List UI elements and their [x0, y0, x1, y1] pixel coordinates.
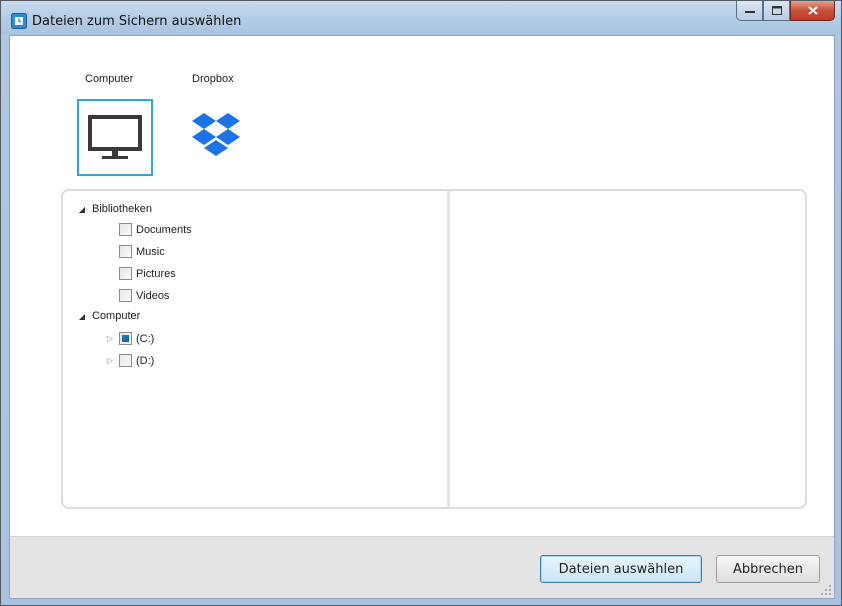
- close-icon: [807, 6, 818, 15]
- file-selection-panels: ◢ Bibliotheken Documents Music Pictures: [61, 189, 807, 509]
- source-label-computer: Computer: [85, 73, 134, 85]
- tree-node-libraries[interactable]: ◢ Bibliotheken: [77, 203, 152, 215]
- window-title: Dateien zum Sichern auswählen: [32, 14, 242, 29]
- dialog-content: Computer Dropbox ◢ Bibliotheken Document…: [9, 35, 835, 599]
- dialog-footer: Dateien auswählen Abbrechen: [10, 536, 834, 598]
- tree-item-label: (D:): [136, 354, 155, 367]
- collapse-triangle-icon[interactable]: ▷: [105, 356, 115, 366]
- tree-node-label: Bibliotheken: [92, 203, 152, 215]
- dropbox-icon: [192, 113, 240, 156]
- checkbox[interactable]: [119, 332, 132, 345]
- minimize-icon: [744, 10, 755, 13]
- minimize-button[interactable]: [736, 1, 763, 21]
- backup-app-icon: [11, 13, 27, 29]
- checkbox[interactable]: [119, 289, 132, 302]
- expand-triangle-icon[interactable]: ◢: [77, 204, 87, 214]
- resize-grip-icon[interactable]: [820, 584, 832, 596]
- source-label-dropbox: Dropbox: [192, 73, 234, 85]
- tree-item-pictures[interactable]: Pictures: [119, 267, 176, 280]
- source-dropbox-tile[interactable]: [180, 99, 256, 176]
- tree-item-label: (C:): [136, 332, 155, 345]
- tree-item-label: Documents: [136, 223, 192, 236]
- title-bar[interactable]: Dateien zum Sichern auswählen: [1, 1, 841, 35]
- tree-node-label: Computer: [92, 310, 141, 322]
- checkbox[interactable]: [119, 223, 132, 236]
- monitor-icon: [88, 115, 142, 159]
- tree-item-label: Videos: [136, 289, 170, 302]
- tree-item-drive-c[interactable]: ▷ (C:): [105, 332, 154, 345]
- source-computer-tile[interactable]: [77, 99, 153, 176]
- tree-node-computer[interactable]: ◢ Computer: [77, 310, 140, 322]
- select-files-button[interactable]: Dateien auswählen: [540, 555, 702, 583]
- maximize-icon: [771, 6, 782, 15]
- dialog-window: Dateien zum Sichern auswählen Computer D…: [0, 0, 842, 606]
- tree-item-videos[interactable]: Videos: [119, 289, 169, 302]
- expand-triangle-icon[interactable]: ◢: [77, 311, 87, 321]
- checkbox[interactable]: [119, 245, 132, 258]
- tree-item-label: Music: [136, 245, 165, 258]
- tree-item-documents[interactable]: Documents: [119, 223, 192, 236]
- cancel-button[interactable]: Abbrechen: [716, 555, 820, 583]
- tree-item-label: Pictures: [136, 267, 176, 280]
- tree-item-music[interactable]: Music: [119, 245, 165, 258]
- file-list-pane: [451, 191, 805, 507]
- checkbox[interactable]: [119, 267, 132, 280]
- close-button[interactable]: [790, 1, 835, 21]
- collapse-triangle-icon[interactable]: ▷: [105, 334, 115, 344]
- checkbox[interactable]: [119, 354, 132, 367]
- tree-item-drive-d[interactable]: ▷ (D:): [105, 354, 154, 367]
- panel-divider[interactable]: [447, 191, 450, 507]
- maximize-button[interactable]: [763, 1, 790, 21]
